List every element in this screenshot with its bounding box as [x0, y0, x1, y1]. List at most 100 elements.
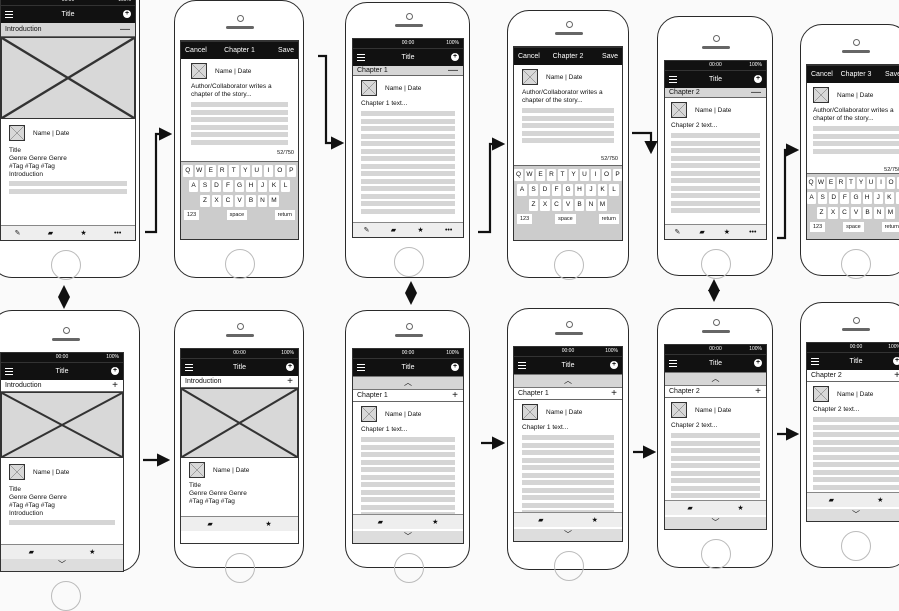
- key-space[interactable]: space: [226, 210, 248, 220]
- key-return[interactable]: return: [598, 214, 619, 224]
- chevron-down-icon[interactable]: ﹀: [514, 529, 622, 541]
- key[interactable]: N: [874, 207, 884, 219]
- star-icon[interactable]: ★: [724, 228, 730, 236]
- key[interactable]: S: [200, 180, 210, 192]
- key[interactable]: F: [223, 180, 233, 192]
- key[interactable]: T: [558, 169, 567, 181]
- key[interactable]: B: [862, 207, 873, 219]
- key[interactable]: F: [551, 184, 562, 196]
- plus-circle-icon[interactable]: +: [893, 357, 899, 365]
- section-header[interactable]: Chapter 1 +: [514, 388, 622, 400]
- key[interactable]: V: [563, 199, 573, 211]
- key[interactable]: D: [829, 192, 839, 204]
- collapse-icon[interactable]: —: [751, 88, 761, 98]
- key[interactable]: T: [229, 165, 239, 177]
- key[interactable]: C: [839, 207, 850, 219]
- key[interactable]: K: [597, 184, 608, 196]
- key[interactable]: M: [269, 195, 279, 207]
- star-icon[interactable]: ★: [89, 548, 95, 556]
- key-123[interactable]: 123: [810, 222, 826, 232]
- plus-circle-icon[interactable]: +: [754, 359, 762, 367]
- key[interactable]: X: [828, 207, 838, 219]
- comment-icon[interactable]: ▰: [699, 228, 704, 236]
- key[interactable]: P: [613, 169, 622, 181]
- key[interactable]: X: [211, 195, 222, 207]
- save-button[interactable]: Save: [602, 48, 618, 65]
- key[interactable]: A: [517, 184, 527, 196]
- key[interactable]: Y: [569, 169, 578, 181]
- key[interactable]: J: [873, 192, 883, 204]
- key[interactable]: A: [807, 192, 817, 204]
- comment-icon[interactable]: ▰: [378, 518, 383, 526]
- key[interactable]: Y: [857, 177, 865, 189]
- key[interactable]: B: [246, 195, 256, 207]
- key[interactable]: V: [851, 207, 861, 219]
- key[interactable]: E: [536, 169, 545, 181]
- star-icon[interactable]: ★: [432, 518, 438, 526]
- home-button[interactable]: [51, 581, 81, 611]
- key[interactable]: R: [837, 177, 845, 189]
- more-button[interactable]: •••: [749, 229, 756, 236]
- key[interactable]: V: [234, 195, 245, 207]
- key[interactable]: I: [591, 169, 600, 181]
- key[interactable]: G: [563, 184, 573, 196]
- home-button[interactable]: [554, 551, 584, 581]
- home-button[interactable]: [841, 531, 871, 561]
- home-button[interactable]: [841, 249, 871, 279]
- key[interactable]: C: [551, 199, 562, 211]
- section-header[interactable]: Chapter 2 +: [807, 370, 899, 382]
- key[interactable]: Y: [240, 165, 250, 177]
- comment-icon[interactable]: ▰: [29, 548, 34, 556]
- home-button[interactable]: [701, 539, 731, 569]
- collapse-icon[interactable]: —: [120, 23, 130, 37]
- key[interactable]: E: [827, 177, 835, 189]
- collapse-icon[interactable]: —: [448, 66, 458, 76]
- star-icon[interactable]: ★: [417, 226, 423, 234]
- expand-icon[interactable]: +: [287, 376, 293, 388]
- comment-icon[interactable]: ▰: [829, 496, 834, 504]
- star-icon[interactable]: ★: [592, 516, 598, 524]
- key-return[interactable]: return: [274, 210, 295, 220]
- key[interactable]: E: [206, 165, 216, 177]
- plus-circle-icon[interactable]: +: [451, 53, 459, 61]
- key[interactable]: J: [586, 184, 596, 196]
- chevron-up-icon[interactable]: ︿: [353, 376, 463, 390]
- key[interactable]: D: [211, 180, 222, 192]
- key[interactable]: M: [885, 207, 896, 219]
- expand-icon[interactable]: +: [755, 386, 761, 398]
- key[interactable]: Z: [200, 195, 210, 207]
- key[interactable]: Z: [528, 199, 539, 211]
- comment-icon[interactable]: ▰: [48, 229, 53, 237]
- key[interactable]: O: [887, 177, 895, 189]
- section-header[interactable]: Introduction +: [181, 376, 298, 388]
- key[interactable]: M: [597, 199, 608, 211]
- chevron-down-icon[interactable]: ﹀: [353, 531, 463, 543]
- home-button[interactable]: [225, 249, 255, 279]
- key-space[interactable]: space: [555, 214, 576, 224]
- key[interactable]: C: [223, 195, 233, 207]
- star-icon[interactable]: ★: [80, 229, 86, 237]
- more-button[interactable]: •••: [445, 227, 452, 234]
- key[interactable]: K: [884, 192, 894, 204]
- key[interactable]: D: [540, 184, 550, 196]
- key[interactable]: L: [280, 180, 291, 192]
- more-button[interactable]: •••: [114, 230, 121, 237]
- section-header[interactable]: Chapter 1 —: [353, 66, 463, 76]
- star-icon[interactable]: ★: [737, 504, 743, 512]
- chevron-down-icon[interactable]: ﹀: [807, 509, 899, 521]
- key-123[interactable]: 123: [184, 210, 200, 220]
- key[interactable]: I: [877, 177, 885, 189]
- section-header[interactable]: Chapter 2 +: [665, 386, 766, 398]
- plus-circle-icon[interactable]: +: [610, 361, 618, 369]
- key[interactable]: W: [194, 165, 204, 177]
- key[interactable]: U: [867, 177, 875, 189]
- key[interactable]: O: [275, 165, 285, 177]
- plus-circle-icon[interactable]: +: [754, 75, 762, 83]
- star-icon[interactable]: ★: [877, 496, 883, 504]
- comment-icon[interactable]: ▰: [538, 516, 543, 524]
- section-header[interactable]: Chapter 2 —: [665, 88, 766, 98]
- key[interactable]: T: [847, 177, 855, 189]
- key-123[interactable]: 123: [517, 214, 533, 224]
- key[interactable]: O: [602, 169, 611, 181]
- chevron-down-icon[interactable]: ﹀: [1, 559, 123, 571]
